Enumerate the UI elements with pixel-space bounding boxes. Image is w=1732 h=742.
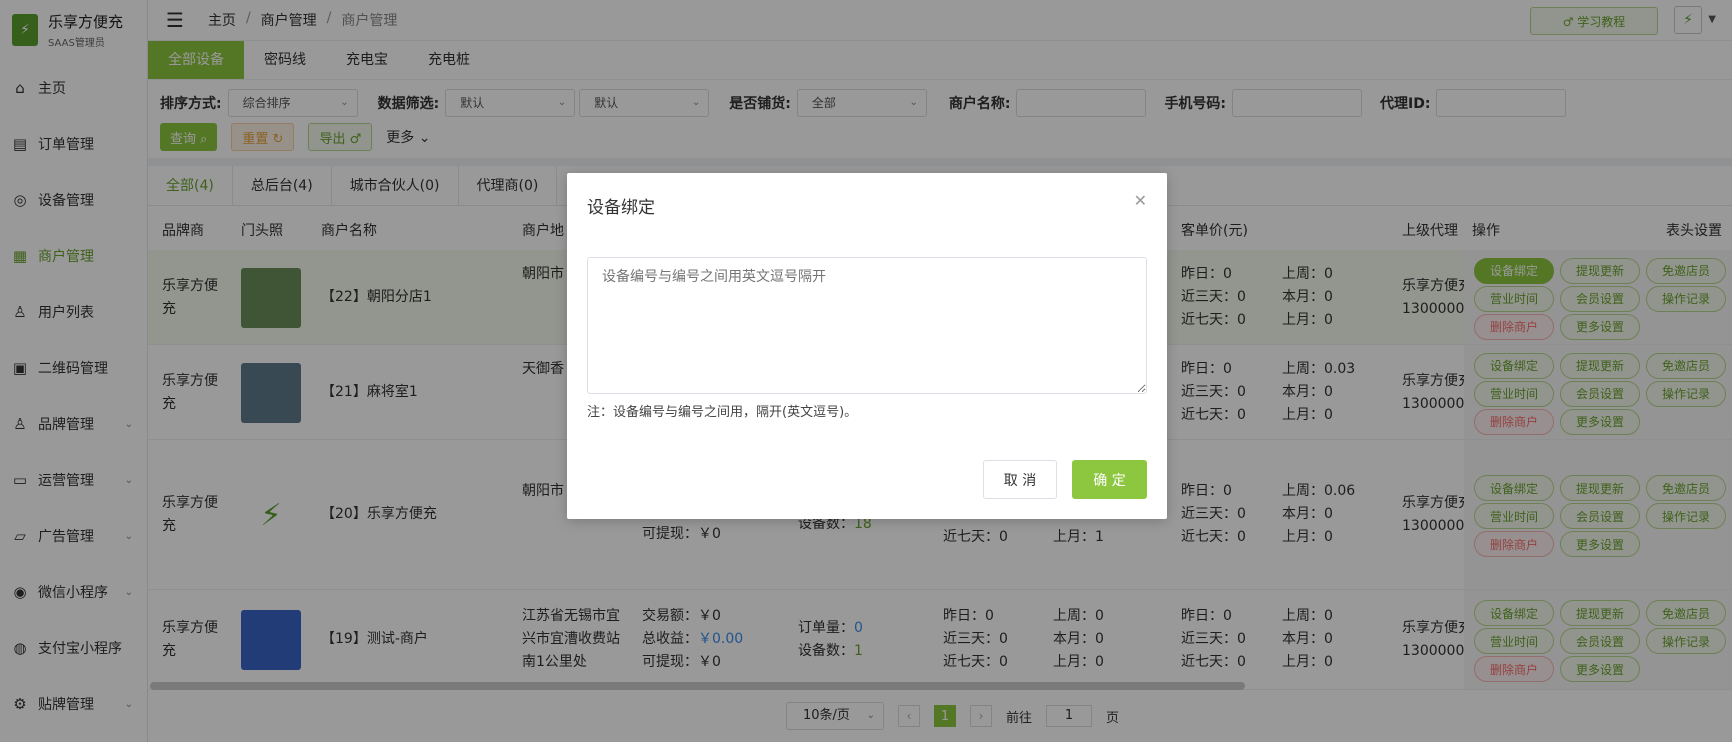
cancel-button[interactable]: 取 消 — [983, 460, 1057, 499]
confirm-button[interactable]: 确 定 — [1072, 460, 1147, 499]
dialog-title: 设备绑定 — [587, 198, 655, 218]
close-icon[interactable]: ✕ — [1134, 191, 1147, 210]
device-numbers-textarea[interactable] — [587, 257, 1147, 394]
dialog-note: 注：设备编号与编号之间用，隔开(英文逗号)。 — [587, 405, 858, 420]
device-bind-dialog: 设备绑定 ✕ 注：设备编号与编号之间用，隔开(英文逗号)。 取 消 确 定 — [567, 173, 1167, 519]
